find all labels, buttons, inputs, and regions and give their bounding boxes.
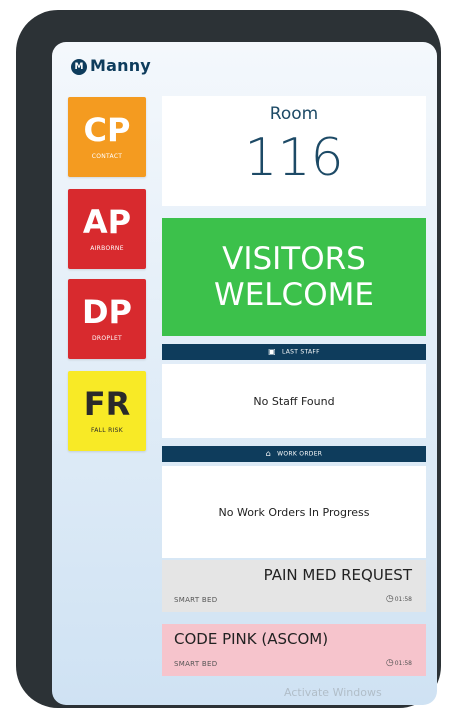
visitors-line-1: VISITORS	[222, 241, 366, 277]
tablet-frame: M Manny CP CONTACT AP AIRBORNE DP DROPLE…	[16, 10, 441, 708]
request-time-value: 01:58	[394, 660, 412, 667]
work-order-title: WORK ORDER	[277, 450, 323, 458]
request-title: PAIN MED REQUEST	[263, 566, 412, 584]
request-title: CODE PINK (ASCOM)	[174, 630, 329, 648]
clock-icon: ◷	[385, 594, 394, 604]
request-time: ◷01:58	[386, 658, 412, 668]
last-staff-message: No Staff Found	[253, 394, 335, 408]
precaution-code: AP	[82, 203, 132, 241]
calendar-icon: ▣	[268, 347, 276, 356]
work-order-header: ⌂ WORK ORDER	[162, 446, 426, 462]
precaution-code: DP	[81, 293, 132, 331]
precaution-label: DROPLET	[91, 335, 123, 342]
last-staff-panel: No Staff Found	[162, 364, 426, 438]
house-icon: ⌂	[265, 449, 272, 458]
precaution-label: CONTACT	[91, 153, 123, 160]
work-order-panel: No Work Orders In Progress	[162, 466, 426, 558]
work-order-message: No Work Orders In Progress	[218, 505, 370, 519]
activate-windows-watermark: Activate Windows	[284, 686, 382, 699]
precaution-tile-cp[interactable]: CP CONTACT	[68, 97, 146, 177]
precaution-code: FR	[83, 385, 131, 423]
app-header: M Manny	[52, 42, 437, 90]
room-number: 116	[244, 128, 344, 188]
precaution-tile-ap[interactable]: AP AIRBORNE	[68, 189, 146, 269]
room-label: Room	[269, 104, 319, 124]
last-staff-header: ▣ LAST STAFF	[162, 344, 426, 360]
app-screen: M Manny CP CONTACT AP AIRBORNE DP DROPLE…	[52, 42, 437, 705]
request-source: SMART BED	[174, 660, 218, 668]
precaution-label: AIRBORNE	[90, 245, 124, 252]
request-card-pain-med[interactable]: PAIN MED REQUEST SMART BED ◷01:58	[162, 560, 426, 612]
request-time: ◷01:58	[386, 594, 412, 604]
precaution-label: FALL RISK	[91, 427, 123, 434]
precaution-code: CP	[83, 111, 131, 149]
last-staff-title: LAST STAFF	[281, 348, 320, 356]
request-source: SMART BED	[174, 596, 218, 604]
clock-icon: ◷	[385, 658, 394, 668]
room-card: Room 116	[162, 96, 426, 206]
manny-logo-icon: M	[71, 59, 87, 75]
precaution-tile-fr[interactable]: FR FALL RISK	[68, 371, 146, 451]
request-card-code-pink[interactable]: CODE PINK (ASCOM) SMART BED ◷01:58	[162, 624, 426, 676]
app-name: Manny	[90, 56, 151, 75]
precaution-tile-dp[interactable]: DP DROPLET	[68, 279, 146, 359]
visitors-welcome-banner[interactable]: VISITORS WELCOME	[162, 218, 426, 336]
visitors-line-2: WELCOME	[214, 277, 374, 313]
request-time-value: 01:58	[394, 596, 412, 603]
